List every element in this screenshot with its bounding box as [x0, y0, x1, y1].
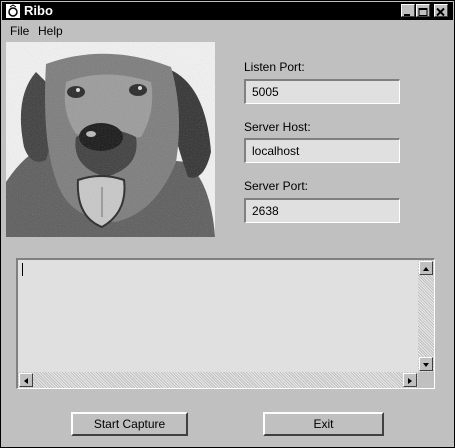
window-title: Ribo	[24, 3, 53, 18]
arrow-left-icon	[24, 378, 28, 384]
listen-port-label: Listen Port:	[244, 60, 305, 74]
maximize-button[interactable]	[416, 4, 430, 17]
close-button[interactable]	[434, 4, 448, 17]
start-capture-button[interactable]: Start Capture	[71, 412, 188, 436]
title-bar[interactable]: Ribo	[2, 2, 453, 20]
arrow-right-icon	[408, 378, 412, 384]
maximize-icon	[418, 8, 428, 16]
server-host-label: Server Host:	[244, 120, 311, 134]
close-icon	[436, 7, 445, 17]
menu-file[interactable]: File	[10, 24, 29, 38]
arrow-up-icon	[423, 267, 429, 271]
vertical-scrollbar[interactable]	[418, 260, 434, 372]
server-port-field[interactable]: 2638	[244, 198, 400, 223]
minimize-button[interactable]	[401, 4, 415, 17]
listen-port-field[interactable]: 5005	[244, 79, 400, 104]
scroll-left-button[interactable]	[19, 373, 33, 387]
log-area	[16, 258, 435, 389]
menu-bar: File Help	[2, 21, 453, 41]
arrow-down-icon	[423, 363, 429, 367]
scroll-up-button[interactable]	[419, 261, 433, 275]
horizontal-scrollbar[interactable]	[18, 372, 418, 388]
dog-image	[6, 42, 215, 237]
log-textarea[interactable]	[18, 260, 418, 372]
menu-help[interactable]: Help	[38, 24, 63, 38]
scroll-right-button[interactable]	[403, 373, 417, 387]
scroll-down-button[interactable]	[419, 357, 433, 371]
scroll-corner	[418, 372, 434, 388]
server-port-label: Server Port:	[244, 179, 309, 193]
exit-button[interactable]: Exit	[263, 412, 384, 436]
app-window: Ribo File Help Listen Port: 5005 Server …	[0, 0, 455, 448]
text-caret	[22, 263, 23, 276]
minimize-icon	[404, 14, 410, 16]
server-host-field[interactable]: localhost	[244, 138, 400, 163]
app-icon	[6, 4, 20, 18]
